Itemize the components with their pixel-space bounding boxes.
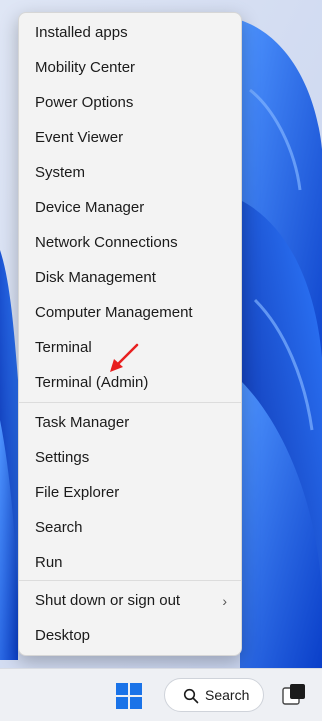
menu-item-run[interactable]: Run: [19, 548, 241, 578]
menu-item-task-manager[interactable]: Task Manager: [19, 408, 241, 438]
menu-item-label: Task Manager: [35, 414, 130, 431]
menu-item-label: Shut down or sign out: [35, 592, 181, 609]
menu-item-label: Settings: [35, 449, 90, 466]
menu-item-disk-management[interactable]: Disk Management: [19, 263, 241, 293]
search-icon: [183, 688, 199, 704]
menu-item-shut-down[interactable]: Shut down or sign out ›: [19, 586, 241, 616]
menu-item-file-explorer[interactable]: File Explorer: [19, 478, 241, 508]
menu-item-power-options[interactable]: Power Options: [19, 88, 241, 118]
menu-item-label: Terminal (Admin): [35, 374, 149, 391]
menu-item-label: Device Manager: [35, 199, 145, 216]
chevron-right-icon: ›: [222, 593, 227, 609]
menu-item-mobility-center[interactable]: Mobility Center: [19, 53, 241, 83]
menu-item-label: Event Viewer: [35, 129, 124, 146]
menu-item-system[interactable]: System: [19, 158, 241, 188]
menu-item-computer-management[interactable]: Computer Management: [19, 298, 241, 328]
menu-item-label: Desktop: [35, 627, 91, 644]
task-view-icon[interactable]: [280, 681, 308, 709]
menu-item-label: Disk Management: [35, 269, 156, 286]
menu-item-label: System: [35, 164, 86, 181]
menu-item-search[interactable]: Search: [19, 513, 241, 543]
search-label: Search: [205, 687, 250, 703]
menu-item-label: Mobility Center: [35, 59, 136, 76]
windows-logo-icon[interactable]: [110, 677, 148, 715]
menu-item-label: Installed apps: [35, 24, 128, 41]
menu-item-label: Network Connections: [35, 234, 178, 251]
menu-item-settings[interactable]: Settings: [19, 443, 241, 473]
menu-item-network-connections[interactable]: Network Connections: [19, 228, 241, 258]
menu-item-label: File Explorer: [35, 484, 120, 501]
menu-item-label: Power Options: [35, 94, 134, 111]
menu-item-terminal-admin[interactable]: Terminal (Admin): [19, 368, 241, 398]
taskbar-search[interactable]: Search: [164, 678, 264, 712]
menu-item-device-manager[interactable]: Device Manager: [19, 193, 241, 223]
menu-item-installed-apps[interactable]: Installed apps: [19, 18, 241, 48]
menu-item-event-viewer[interactable]: Event Viewer: [19, 123, 241, 153]
menu-item-desktop[interactable]: Desktop: [19, 621, 241, 651]
menu-item-label: Run: [35, 554, 63, 571]
menu-item-label: Terminal: [35, 339, 92, 356]
taskbar: Search: [0, 668, 322, 721]
menu-divider: [19, 402, 241, 403]
menu-item-label: Computer Management: [35, 304, 193, 321]
menu-item-label: Search: [35, 519, 83, 536]
menu-item-terminal[interactable]: Terminal: [19, 333, 241, 363]
menu-divider: [19, 580, 241, 581]
quick-link-menu: Installed apps Mobility Center Power Opt…: [18, 12, 242, 656]
